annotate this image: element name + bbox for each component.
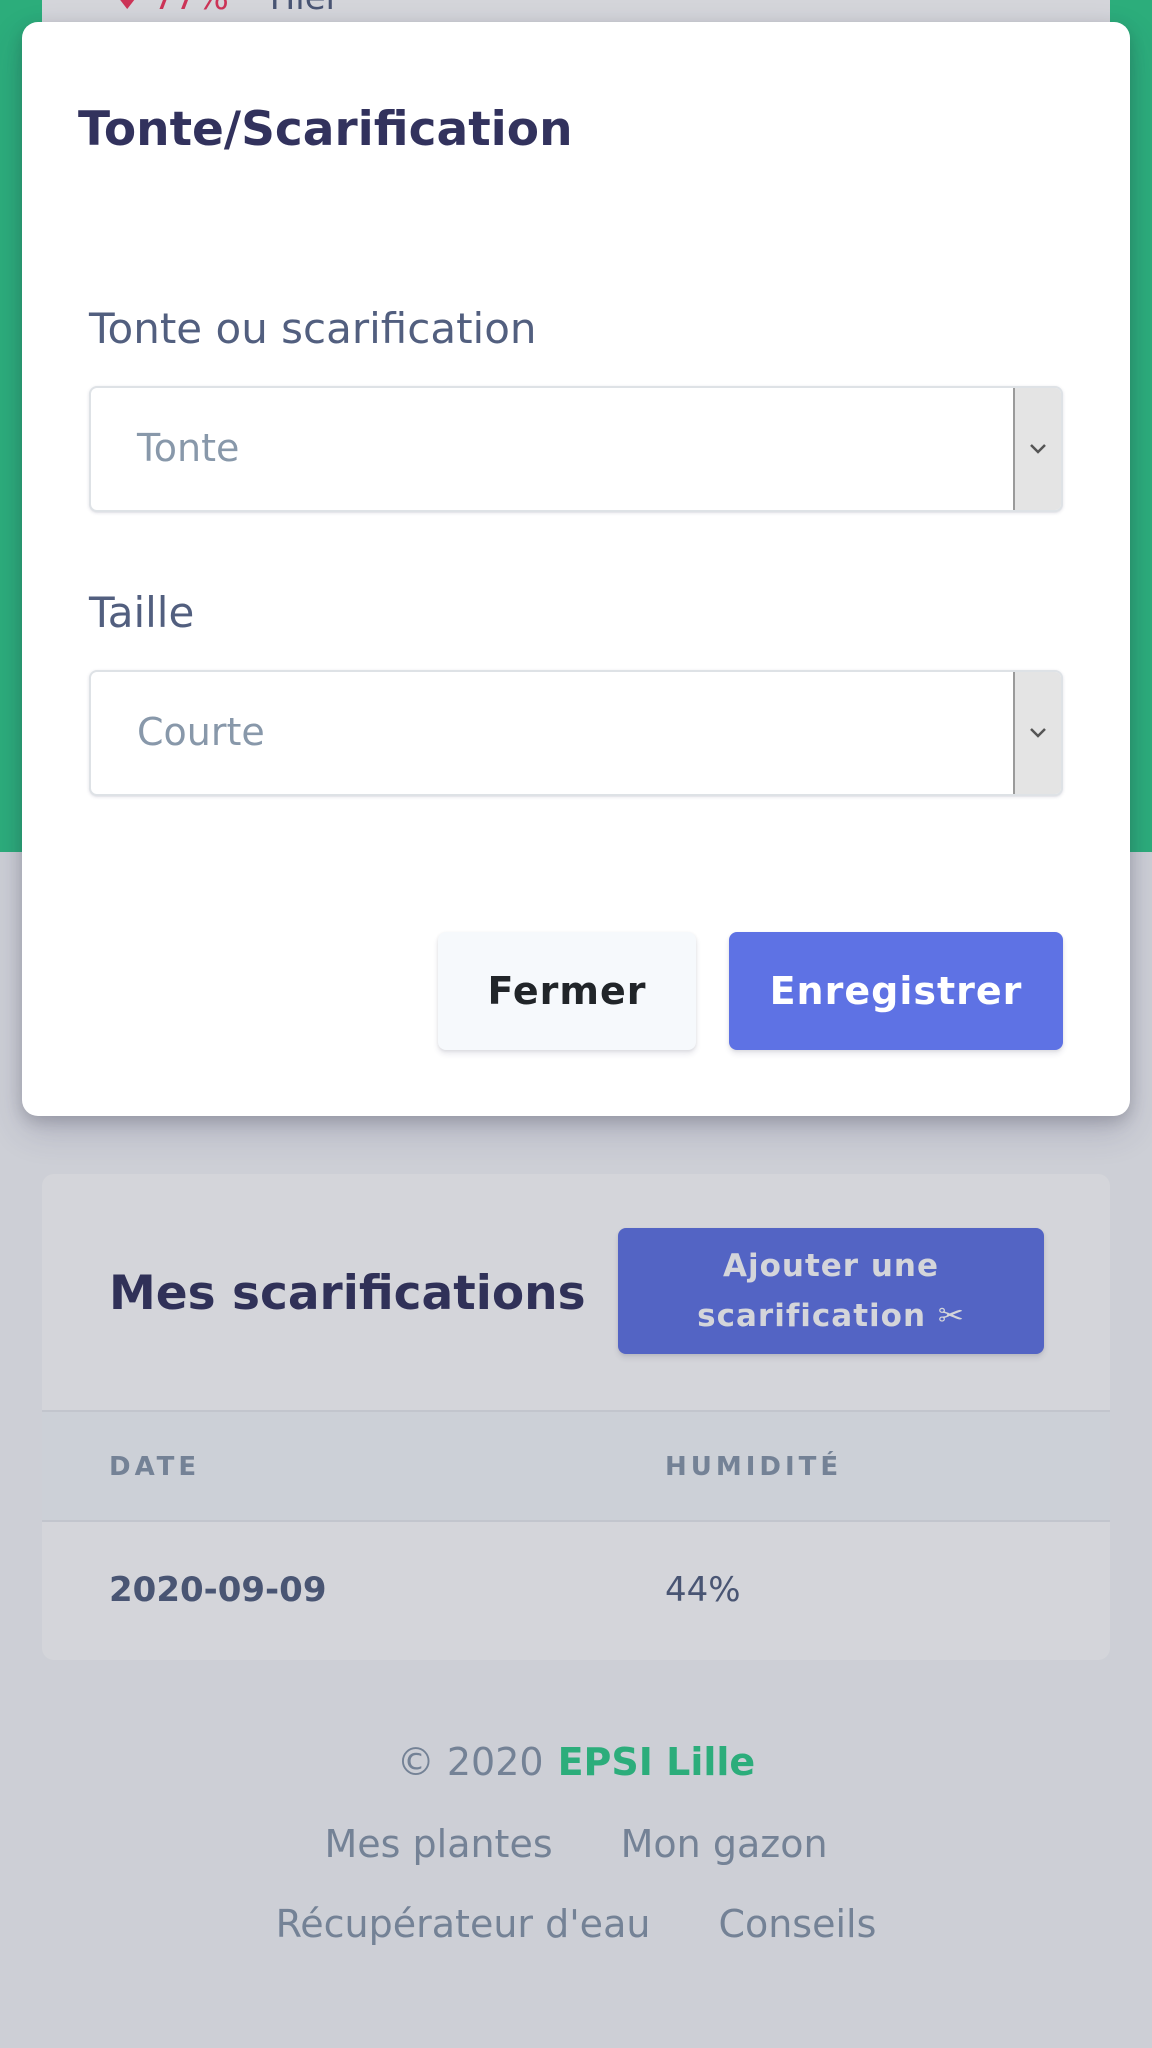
save-button[interactable]: Enregistrer — [729, 932, 1063, 1050]
tonte-modal: Tonte/Scarification Tonte ou scarificati… — [22, 22, 1130, 1116]
type-select-value: Tonte — [137, 426, 240, 470]
modal-title: Tonte/Scarification — [78, 102, 573, 157]
type-select[interactable]: Tonte — [89, 386, 1063, 512]
chevron-down-icon[interactable] — [1013, 672, 1061, 794]
size-field-label: Taille — [89, 588, 195, 637]
size-select-value: Courte — [137, 710, 265, 754]
close-button[interactable]: Fermer — [438, 932, 696, 1050]
type-field-label: Tonte ou scarification — [89, 304, 537, 353]
size-select[interactable]: Courte — [89, 670, 1063, 796]
chevron-down-icon[interactable] — [1013, 388, 1061, 510]
